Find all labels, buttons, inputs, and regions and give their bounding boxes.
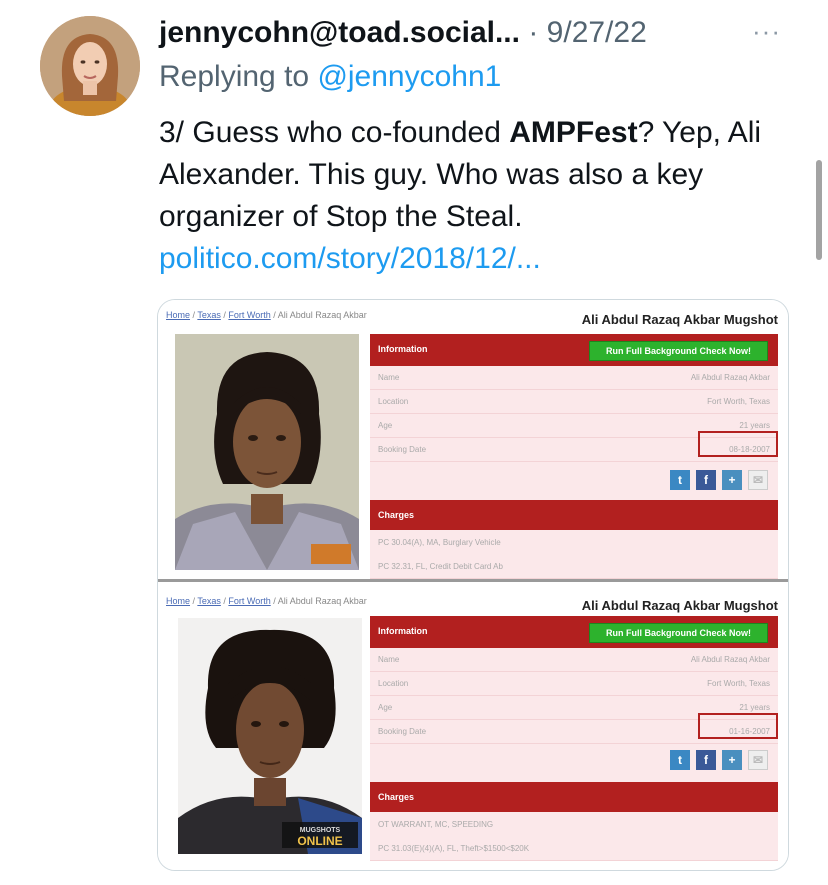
crumb-home: Home — [166, 310, 191, 320]
breadcrumb: Home / Texas / Fort Worth / Ali Abdul Ra… — [166, 310, 367, 320]
info-row: Location Fort Worth, Texas — [370, 390, 778, 414]
crumb-home: Home — [166, 596, 191, 606]
tweet-header: jennycohn@toad.social... · 9/27/22 — [159, 14, 647, 52]
crumb-city: Fort Worth — [228, 596, 271, 606]
row-key: Name — [378, 655, 400, 664]
scrollbar[interactable] — [816, 160, 822, 260]
twitter-icon: t — [670, 750, 690, 770]
charge-text: PC 30.04(A), MA, Burglary Vehicle — [378, 538, 501, 547]
tweet-date[interactable]: 9/27/22 — [547, 16, 647, 49]
mugshot-photo: MUGSHOTS ONLINE — [178, 618, 362, 854]
row-key: Age — [378, 421, 393, 430]
row-value: Ali Abdul Razaq Akbar — [690, 655, 770, 664]
twitter-icon: t — [670, 470, 690, 490]
info-row: Name Ali Abdul Razaq Akbar — [370, 648, 778, 672]
info-label: Information — [378, 626, 428, 636]
row-key: Location — [378, 397, 409, 406]
tweet-image[interactable]: Home / Texas / Fort Worth / Ali Abdul Ra… — [157, 299, 789, 871]
crumb-state: Texas — [197, 310, 221, 320]
author-handle[interactable]: jennycohn@toad.social... — [159, 16, 520, 49]
charges-header: Charges — [370, 782, 778, 812]
share-icons: t f + ✉ — [670, 750, 768, 770]
charge-text: OT WARRANT, MC, SPEEDING — [378, 820, 494, 829]
booking-date-highlight — [698, 713, 778, 739]
more-icon[interactable]: ··· — [752, 16, 781, 47]
reply-mention-link[interactable]: @jennycohn1 — [317, 60, 501, 93]
mugshot-panel-2: Home / Texas / Fort Worth / Ali Abdul Ra… — [158, 582, 788, 870]
crumb-city: Fort Worth — [228, 310, 271, 320]
info-row: Location Fort Worth, Texas — [370, 672, 778, 696]
background-check-button: Run Full Background Check Now! — [588, 341, 768, 361]
row-value: Fort Worth, Texas — [707, 679, 770, 688]
replying-prefix: Replying to — [159, 60, 318, 93]
charge-row: PC 32.31, FL, Credit Debit Card Ab — [370, 554, 778, 579]
tweet-link[interactable]: politico.com/story/2018/12/... — [159, 242, 541, 275]
svg-text:ONLINE: ONLINE — [297, 834, 342, 848]
charge-text: PC 31.03(E)(4)(A), FL, Theft>$1500<$20K — [378, 844, 530, 853]
charges-header: Charges — [370, 500, 778, 530]
separator-dot: · — [528, 16, 539, 49]
info-header: Information Run Full Background Check No… — [370, 616, 778, 648]
mugshot-photo — [175, 334, 359, 570]
charge-row: PC 30.04(A), MA, Burglary Vehicle — [370, 530, 778, 555]
facebook-icon: f — [696, 750, 716, 770]
row-key: Booking Date — [378, 445, 427, 454]
charges-label: Charges — [378, 792, 415, 802]
booking-date-highlight — [698, 431, 778, 457]
crumb-name: Ali Abdul Razaq Akbar — [277, 310, 367, 320]
row-key: Age — [378, 703, 393, 712]
crumb-state: Texas — [197, 596, 221, 606]
info-header: Information Run Full Background Check No… — [370, 334, 778, 366]
row-value: 21 years — [739, 421, 770, 430]
row-key: Booking Date — [378, 727, 427, 736]
email-icon: ✉ — [748, 470, 768, 490]
tweet-text-part1: 3/ Guess who co-founded — [159, 116, 510, 149]
mugshot-title: Ali Abdul Razaq Akbar Mugshot — [581, 598, 778, 613]
svg-text:MUGSHOTS: MUGSHOTS — [300, 827, 341, 834]
charge-row: OT WARRANT, MC, SPEEDING — [370, 812, 778, 837]
share-icons: t f + ✉ — [670, 470, 768, 490]
row-value: 21 years — [739, 703, 770, 712]
row-key: Name — [378, 373, 400, 382]
tweet-text: 3/ Guess who co-founded AMPFest? Yep, Al… — [159, 112, 779, 280]
crumb-name: Ali Abdul Razaq Akbar — [277, 596, 367, 606]
info-row: Name Ali Abdul Razaq Akbar — [370, 366, 778, 390]
email-icon: ✉ — [748, 750, 768, 770]
charge-row: PC 31.03(E)(4)(A), FL, Theft>$1500<$20K — [370, 836, 778, 861]
mugshot-title: Ali Abdul Razaq Akbar Mugshot — [581, 312, 778, 327]
row-value: Fort Worth, Texas — [707, 397, 770, 406]
avatar[interactable] — [40, 16, 140, 116]
info-label: Information — [378, 344, 428, 354]
row-value: Ali Abdul Razaq Akbar — [690, 373, 770, 382]
replying-to: Replying to @jennycohn1 — [159, 58, 501, 96]
mugshot-panel-1: Home / Texas / Fort Worth / Ali Abdul Ra… — [158, 300, 788, 580]
tweet-text-bold: AMPFest — [509, 116, 638, 149]
charge-text: PC 32.31, FL, Credit Debit Card Ab — [378, 562, 503, 571]
avatar-image — [40, 16, 140, 116]
charges-label: Charges — [378, 510, 415, 520]
share-icon: + — [722, 750, 742, 770]
facebook-icon: f — [696, 470, 716, 490]
background-check-button: Run Full Background Check Now! — [588, 623, 768, 643]
row-key: Location — [378, 679, 409, 688]
breadcrumb: Home / Texas / Fort Worth / Ali Abdul Ra… — [166, 596, 367, 606]
share-icon: + — [722, 470, 742, 490]
